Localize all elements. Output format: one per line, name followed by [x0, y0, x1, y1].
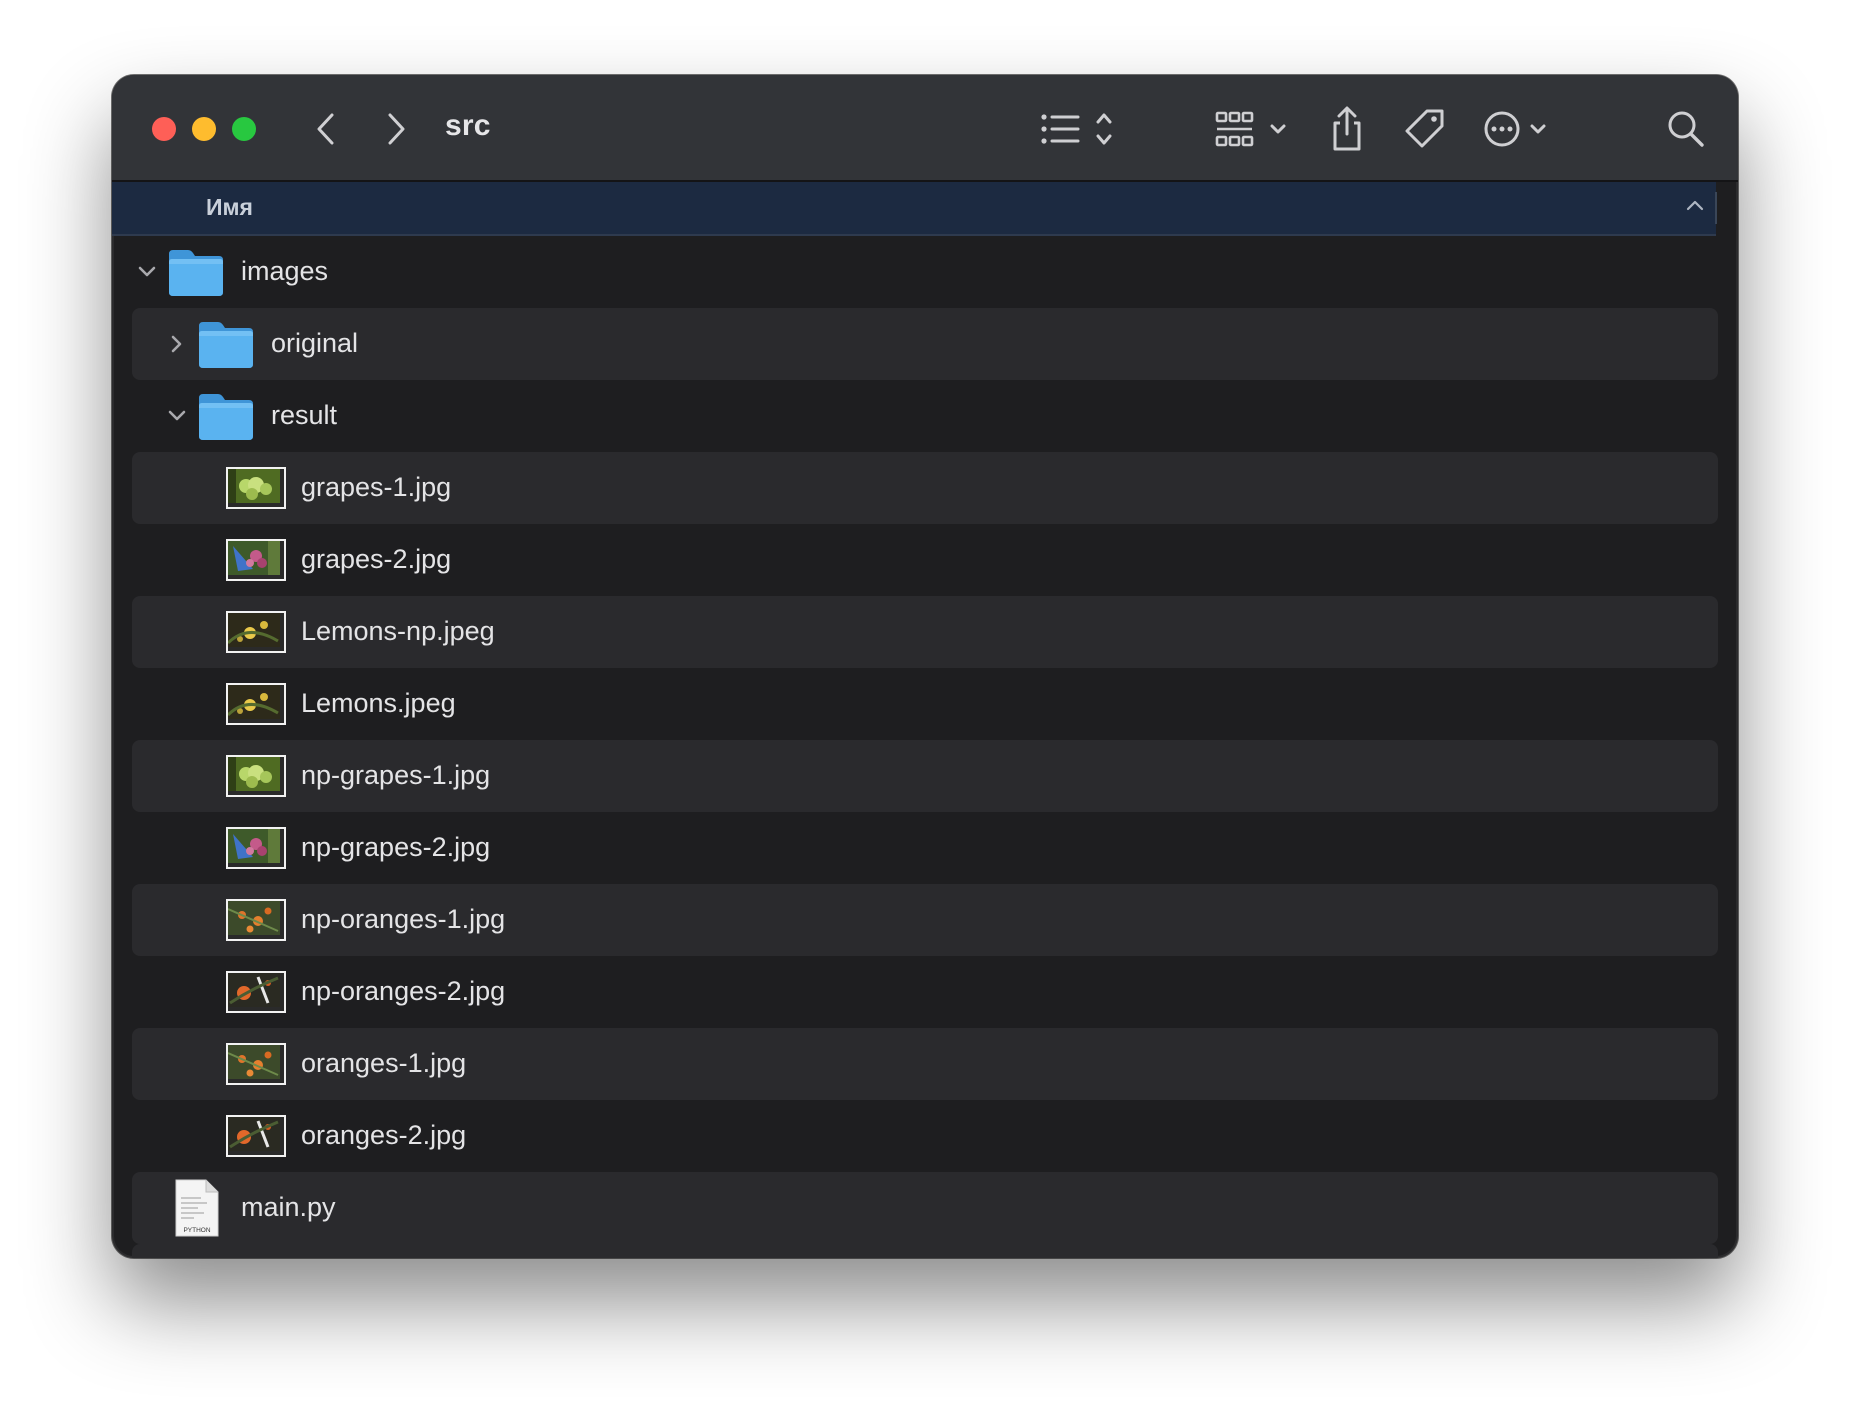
file-row-partial: [132, 1244, 1718, 1258]
image-thumbnail-icon: [226, 467, 286, 509]
disclosure-expanded-icon[interactable]: [162, 401, 192, 431]
file-row[interactable]: np-grapes-1.jpg: [132, 740, 1718, 812]
folder-icon: [166, 246, 226, 298]
list-view-icon: [1041, 113, 1112, 145]
chevron-right-icon: [388, 113, 405, 145]
file-row[interactable]: Lemons-np.jpeg: [132, 596, 1718, 668]
ellipsis-circle-icon: [1484, 111, 1546, 147]
image-thumbnail-icon: [226, 683, 286, 725]
file-name-label: np-oranges-2.jpg: [301, 976, 506, 1006]
column-divider[interactable]: [1715, 192, 1717, 224]
more-actions-button[interactable]: [1482, 103, 1572, 155]
file-name-label: original: [271, 328, 359, 358]
image-thumbnail-icon: [226, 611, 286, 653]
file-name-label: np-oranges-1.jpg: [301, 904, 506, 934]
image-thumbnail-icon: [226, 1043, 286, 1085]
file-row[interactable]: oranges-1.jpg: [132, 1028, 1718, 1100]
file-row[interactable]: original: [132, 308, 1718, 380]
tag-button[interactable]: [1400, 103, 1450, 155]
close-window-button[interactable]: [152, 117, 176, 141]
finder-window: src Имя images original result grapes-1.…: [112, 75, 1738, 1258]
image-thumbnail-icon: [226, 899, 286, 941]
file-name-label: main.py: [241, 1192, 336, 1222]
svg-text:PYTHON: PYTHON: [183, 1227, 210, 1234]
file-row[interactable]: np-oranges-2.jpg: [132, 956, 1718, 1028]
file-name-label: grapes-1.jpg: [301, 472, 452, 502]
file-name-label: np-grapes-2.jpg: [301, 832, 491, 862]
zoom-window-button[interactable]: [232, 117, 256, 141]
search-button[interactable]: [1660, 103, 1712, 155]
title-bar: src: [112, 75, 1738, 182]
file-name-label: grapes-2.jpg: [301, 544, 452, 574]
image-thumbnail-icon: [226, 971, 286, 1013]
column-header[interactable]: Имя: [112, 182, 1717, 236]
file-name-label: oranges-1.jpg: [301, 1048, 467, 1078]
share-button[interactable]: [1322, 103, 1372, 155]
file-name-label: images: [241, 256, 329, 286]
file-name-label: result: [271, 400, 338, 430]
forward-button[interactable]: [374, 107, 418, 151]
back-button[interactable]: [304, 107, 348, 151]
minimize-window-button[interactable]: [192, 117, 216, 141]
search-icon: [1668, 111, 1704, 147]
file-row[interactable]: Lemons.jpeg: [132, 668, 1718, 740]
python-file-icon: PYTHON: [174, 1178, 220, 1238]
file-row[interactable]: np-oranges-1.jpg: [132, 884, 1718, 956]
folder-icon: [196, 390, 256, 442]
file-name-label: oranges-2.jpg: [301, 1120, 467, 1150]
chevron-left-icon: [317, 113, 334, 145]
file-row[interactable]: oranges-2.jpg: [132, 1100, 1718, 1172]
file-row[interactable]: PYTHON main.py: [132, 1172, 1718, 1244]
window-title: src: [445, 109, 491, 142]
folder-icon: [196, 318, 256, 370]
image-thumbnail-icon: [226, 755, 286, 797]
image-thumbnail-icon: [226, 1115, 286, 1157]
share-icon: [1333, 106, 1361, 151]
image-thumbnail-icon: [226, 539, 286, 581]
grid-group-icon: [1215, 111, 1286, 147]
tag-icon: [1405, 109, 1444, 148]
file-row[interactable]: grapes-1.jpg: [132, 452, 1718, 524]
file-row[interactable]: result: [132, 380, 1718, 452]
file-row[interactable]: grapes-2.jpg: [132, 524, 1718, 596]
file-row[interactable]: images: [132, 236, 1718, 308]
disclosure-expanded-icon[interactable]: [132, 257, 162, 287]
file-row[interactable]: np-grapes-2.jpg: [132, 812, 1718, 884]
image-thumbnail-icon: [226, 827, 286, 869]
file-name-label: Lemons.jpeg: [301, 688, 456, 718]
file-name-label: Lemons-np.jpeg: [301, 616, 495, 646]
file-name-label: np-grapes-1.jpg: [301, 760, 491, 790]
sort-ascending-icon: [1686, 198, 1704, 216]
column-header-name[interactable]: Имя: [206, 194, 253, 221]
view-options-button[interactable]: [1038, 103, 1128, 155]
group-button[interactable]: [1214, 103, 1304, 155]
disclosure-collapsed-icon[interactable]: [162, 329, 192, 359]
